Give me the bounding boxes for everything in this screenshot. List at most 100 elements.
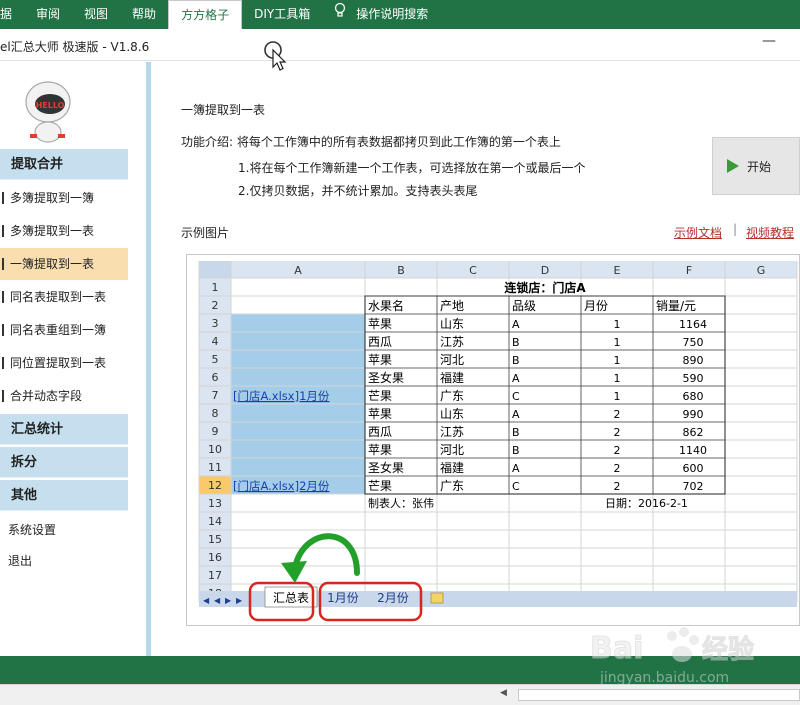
- table-cell: 2: [614, 480, 621, 493]
- table-cell: B: [512, 444, 520, 457]
- scroll-left-icon[interactable]: ◀: [500, 688, 507, 698]
- table-cell: 2: [614, 462, 621, 475]
- ribbon-tab-review[interactable]: 审阅: [24, 0, 72, 29]
- sidebar-item-settings[interactable]: 系统设置: [8, 521, 56, 538]
- sidebar-item-same-name-to-sheet[interactable]: 同名表提取到一表: [0, 281, 128, 313]
- window-titlebar: el汇总大师 极速版 - V1.8.6 —: [0, 29, 800, 61]
- row-header-17: 17: [208, 569, 222, 582]
- column-header-A: A: [294, 264, 302, 277]
- table-cell: A: [512, 318, 520, 331]
- table-cell: 西瓜: [368, 335, 392, 349]
- table-header-cell: 月份: [584, 299, 608, 313]
- link-separator: |: [733, 222, 738, 236]
- table-cell: 1140: [679, 444, 707, 457]
- table-cell: A: [512, 408, 520, 421]
- table-cell: 西瓜: [368, 425, 392, 439]
- row-header-16: 16: [208, 551, 222, 564]
- sidebar-item-label: 同名表重组到一簿: [10, 323, 107, 337]
- table-cell: C: [512, 390, 520, 403]
- table-cell: 河北: [440, 353, 464, 367]
- table-cell: 990: [683, 408, 704, 421]
- table-cell: 苹果: [368, 317, 392, 331]
- watermark-url: jingyan.baidu.com: [599, 670, 729, 686]
- row-header-2: 2: [212, 299, 219, 312]
- table-cell: 2: [614, 408, 621, 421]
- table-cell: A: [512, 462, 520, 475]
- table-cell: 890: [683, 354, 704, 367]
- play-icon: [727, 159, 739, 173]
- row-header-12: 12: [208, 479, 222, 492]
- sidebar-item-multi-book-to-book[interactable]: 多簿提取到一簿: [0, 182, 128, 214]
- item-marker-icon: [2, 324, 7, 336]
- table-cell: 862: [683, 426, 704, 439]
- table-cell: 苹果: [368, 353, 392, 367]
- item-marker-icon: [2, 192, 7, 204]
- section-extract-merge[interactable]: 提取合并: [0, 149, 128, 180]
- source-hyperlink: [门店A.xlsx]1月份: [233, 389, 330, 403]
- column-header-G: G: [757, 264, 766, 277]
- table-cell: 山东: [440, 317, 464, 331]
- svg-text:HELLO: HELLO: [36, 101, 65, 110]
- section-summary[interactable]: 汇总统计: [0, 414, 128, 445]
- table-cell: 2: [614, 444, 621, 457]
- select-all-corner: [199, 261, 231, 278]
- sample-spreadsheet: ABCDEFG123456789101112131415161718连锁店：门店…: [187, 255, 799, 625]
- row-header-9: 9: [212, 425, 219, 438]
- row-header-1: 1: [212, 281, 219, 294]
- paw-icon: [667, 627, 699, 662]
- ribbon-tab-data[interactable]: 据: [0, 0, 24, 29]
- sidebar-item-same-position[interactable]: 同位置提取到一表: [0, 347, 128, 379]
- table-cell: 1: [614, 318, 621, 331]
- ribbon-tab-fangfang[interactable]: 方方格子: [168, 0, 243, 29]
- watermark-brand: Bai: [590, 631, 643, 666]
- ribbon-tab-help[interactable]: 帮助: [120, 0, 168, 29]
- table-cell: B: [512, 336, 520, 349]
- ribbon-bar: 据 审阅 视图 帮助 方方格子 DIY工具箱 操作说明搜索: [0, 0, 800, 29]
- tell-me-label: 操作说明搜索: [356, 7, 429, 21]
- ribbon-tab-view[interactable]: 视图: [72, 0, 120, 29]
- start-button[interactable]: 开始: [712, 137, 800, 195]
- sample-image: ABCDEFG123456789101112131415161718连锁店：门店…: [186, 254, 800, 626]
- sidebar-item-label: 同名表提取到一表: [10, 290, 107, 304]
- table-cell: 600: [683, 462, 704, 475]
- table-cell: 广东: [440, 389, 464, 403]
- table-cell: 福建: [440, 370, 464, 385]
- table-cell: 750: [683, 336, 704, 349]
- sidebar-item-exit[interactable]: 退出: [8, 552, 32, 569]
- sidebar-item-label: 多簿提取到一表: [10, 224, 95, 238]
- column-header-C: C: [469, 264, 477, 277]
- table-cell: 1: [614, 372, 621, 385]
- ribbon-tab-diy[interactable]: DIY工具箱: [242, 0, 322, 29]
- row-header-7: 7: [212, 389, 219, 402]
- function-point-2: 2.仅拷贝数据，并不统计累加。支持表头表尾: [238, 184, 478, 198]
- item-marker-icon: [2, 357, 7, 369]
- table-cell: 2: [614, 426, 621, 439]
- section-other[interactable]: 其他: [0, 480, 128, 511]
- sidebar: HELLO 提取合并 多簿提取到一簿 多簿提取到一表 一簿提取到一表 同名表提取…: [0, 62, 128, 656]
- table-cell: 福建: [440, 460, 464, 475]
- sidebar-item-dynamic-fields[interactable]: 合并动态字段: [0, 380, 128, 412]
- video-tutorial-link[interactable]: 视频教程: [746, 224, 794, 241]
- sidebar-divider: [146, 62, 151, 656]
- row-header-6: 6: [212, 371, 219, 384]
- sidebar-item-multi-book-to-sheet[interactable]: 多簿提取到一表: [0, 215, 128, 247]
- mouse-cursor-icon: [264, 41, 288, 74]
- section-split[interactable]: 拆分: [0, 447, 128, 478]
- table-cell: C: [512, 480, 520, 493]
- sheet-tab-feb: 2月份: [377, 591, 409, 605]
- table-cell: A: [512, 372, 520, 385]
- sidebar-item-one-book-to-sheet[interactable]: 一簿提取到一表: [0, 248, 128, 280]
- minimize-button[interactable]: —: [762, 33, 776, 49]
- sample-doc-link[interactable]: 示例文档: [674, 224, 722, 241]
- new-sheet-icon: [430, 592, 444, 604]
- table-cell: 河北: [440, 443, 464, 457]
- column-header-B: B: [397, 264, 405, 277]
- ribbon-tell-me[interactable]: 操作说明搜索: [322, 0, 440, 29]
- sidebar-item-label: 一簿提取到一表: [10, 257, 95, 271]
- row-header-5: 5: [212, 353, 219, 366]
- footer-date: 日期：2016-2-1: [605, 497, 688, 510]
- scrollbar-thumb[interactable]: [518, 689, 800, 701]
- table-cell: 山东: [440, 407, 464, 421]
- watermark: Bai 经验 jingyan.baidu.com: [590, 608, 800, 688]
- sidebar-item-same-name-regroup[interactable]: 同名表重组到一簿: [0, 314, 128, 346]
